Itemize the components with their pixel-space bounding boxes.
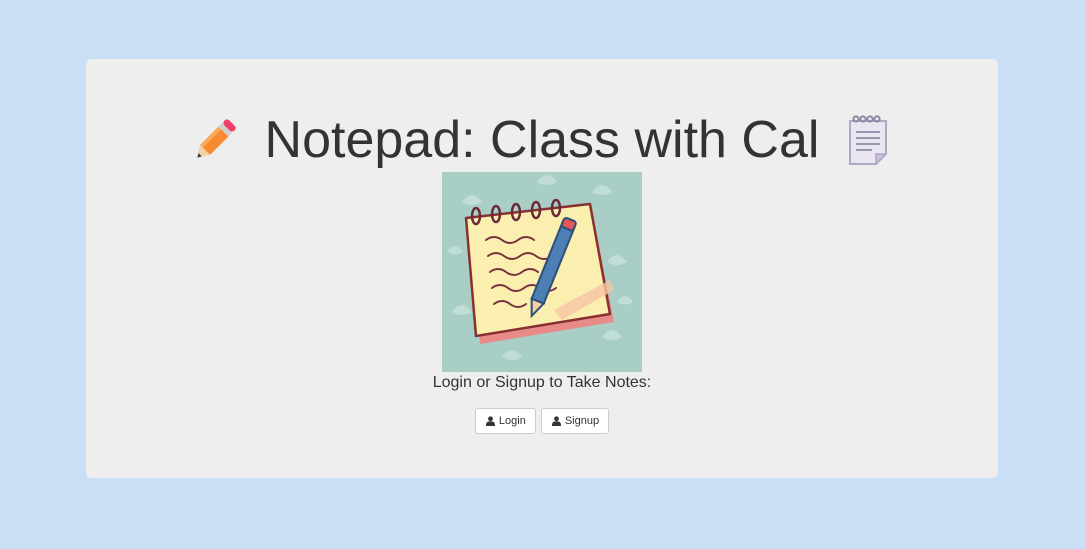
- user-icon: [551, 416, 561, 426]
- signup-button-label: Signup: [564, 415, 600, 427]
- login-button[interactable]: Login: [474, 408, 536, 434]
- spiral-notepad-icon: [849, 115, 889, 166]
- pencil-icon: [196, 119, 236, 158]
- main-panel: Notepad: Class with Cal Login or Signup …: [86, 59, 998, 478]
- login-prompt: Login or Signup to Take Notes:: [432, 374, 652, 391]
- login-button-label: Login: [498, 415, 526, 427]
- notepad-illustration: [442, 172, 642, 372]
- auth-buttons: Login Signup: [86, 408, 998, 434]
- page-title: Notepad: Class with Cal: [86, 105, 998, 175]
- signup-button[interactable]: Signup: [540, 408, 610, 434]
- page-title-text: Notepad: Class with Cal: [264, 111, 820, 169]
- user-icon: [485, 416, 495, 426]
